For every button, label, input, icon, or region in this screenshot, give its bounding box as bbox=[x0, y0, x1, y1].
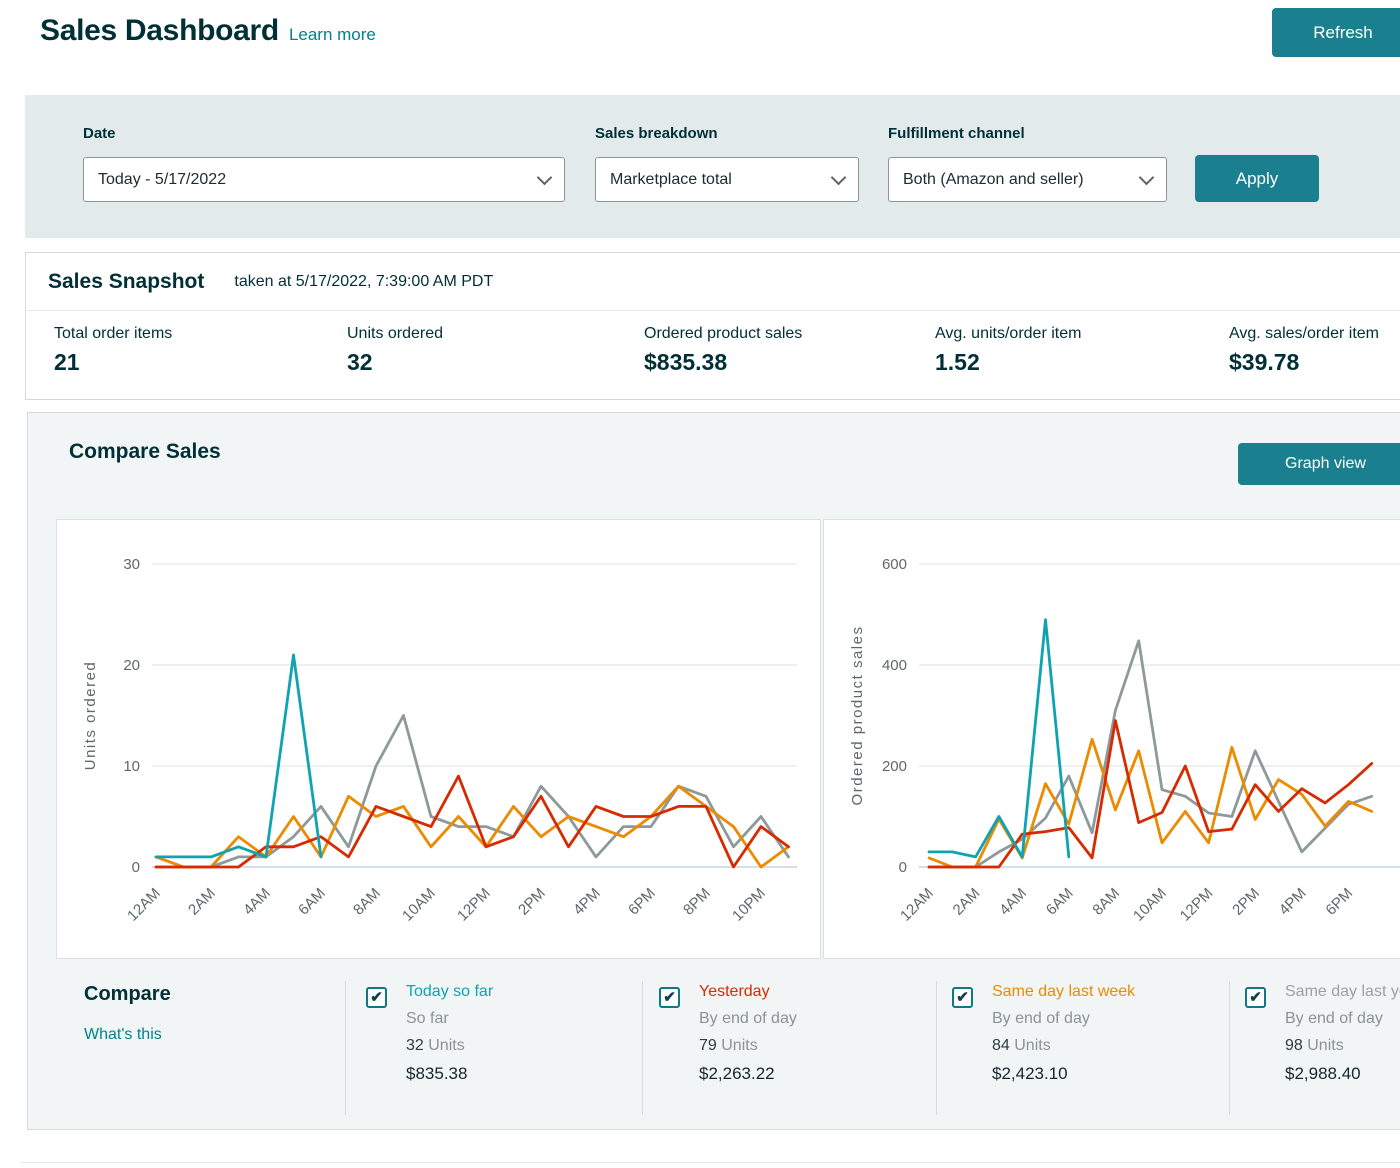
svg-text:2AM: 2AM bbox=[950, 885, 984, 919]
svg-text:0: 0 bbox=[899, 859, 907, 876]
svg-text:20: 20 bbox=[123, 657, 140, 674]
same-day-last-week-checkbox[interactable]: ✔ bbox=[952, 987, 973, 1008]
svg-text:12AM: 12AM bbox=[124, 885, 164, 925]
check-icon: ✔ bbox=[370, 990, 383, 1005]
page-header: Sales Dashboard Learn more bbox=[40, 14, 376, 48]
same-day-last-year-checkbox[interactable]: ✔ bbox=[1245, 987, 1266, 1008]
svg-text:400: 400 bbox=[882, 657, 907, 674]
svg-text:10PM: 10PM bbox=[729, 885, 769, 925]
compare-sales-title: Compare Sales bbox=[69, 440, 221, 464]
svg-text:6AM: 6AM bbox=[1043, 885, 1077, 919]
sales-snapshot-panel: Sales Snapshot taken at 5/17/2022, 7:39:… bbox=[25, 252, 1400, 400]
legend-item-today: Today so far So far 32 Units $835.38 bbox=[406, 983, 696, 1084]
svg-text:600: 600 bbox=[882, 556, 907, 573]
check-icon: ✔ bbox=[956, 990, 969, 1005]
stat-total-order-items: Total order items 21 bbox=[54, 325, 172, 376]
svg-text:4PM: 4PM bbox=[570, 885, 604, 919]
sales-breakdown-select[interactable]: Marketplace total bbox=[595, 157, 859, 202]
svg-text:30: 30 bbox=[123, 556, 140, 573]
svg-text:6AM: 6AM bbox=[295, 885, 329, 919]
check-icon: ✔ bbox=[1249, 990, 1262, 1005]
legend-item-same-day-last-year: Same day last year By end of day 98 Unit… bbox=[1285, 983, 1400, 1084]
legend-title-today: Today so far bbox=[406, 983, 696, 1001]
svg-text:Units ordered: Units ordered bbox=[82, 661, 99, 771]
apply-button[interactable]: Apply bbox=[1195, 155, 1319, 202]
yesterday-checkbox[interactable]: ✔ bbox=[659, 987, 680, 1008]
chevron-down-icon bbox=[537, 170, 553, 186]
svg-text:4AM: 4AM bbox=[996, 885, 1030, 919]
svg-text:6PM: 6PM bbox=[1322, 885, 1356, 919]
bottom-divider bbox=[20, 1162, 1400, 1163]
chevron-down-icon bbox=[831, 170, 847, 186]
refresh-button[interactable]: Refresh bbox=[1272, 8, 1400, 57]
legend-item-yesterday: Yesterday By end of day 79 Units $2,263.… bbox=[699, 983, 989, 1084]
svg-text:10: 10 bbox=[123, 758, 140, 775]
sales-snapshot-header: Sales Snapshot taken at 5/17/2022, 7:39:… bbox=[26, 253, 1400, 311]
stat-avg-sales-per-order: Avg. sales/order item $39.78 bbox=[1229, 325, 1379, 376]
legend-divider bbox=[345, 981, 346, 1115]
page-title: Sales Dashboard bbox=[40, 14, 279, 48]
svg-text:4PM: 4PM bbox=[1276, 885, 1310, 919]
svg-text:8PM: 8PM bbox=[680, 885, 714, 919]
svg-text:2PM: 2PM bbox=[1229, 885, 1263, 919]
sales-breakdown-select-value: Marketplace total bbox=[610, 171, 732, 189]
snapshot-timestamp: taken at 5/17/2022, 7:39:00 AM PDT bbox=[234, 273, 493, 291]
learn-more-link[interactable]: Learn more bbox=[289, 25, 376, 45]
filter-bar: Date Today - 5/17/2022 Sales breakdown M… bbox=[25, 95, 1400, 238]
ordered-product-sales-chart-card: 0 200 400 600 Ordered product sales 12AM 2AM 4A… bbox=[823, 519, 1400, 959]
legend-title-yesterday: Yesterday bbox=[699, 983, 989, 1001]
fulfillment-channel-select-value: Both (Amazon and seller) bbox=[903, 171, 1084, 189]
svg-text:2PM: 2PM bbox=[515, 885, 549, 919]
today-checkbox[interactable]: ✔ bbox=[366, 987, 387, 1008]
fulfillment-channel-select[interactable]: Both (Amazon and seller) bbox=[888, 157, 1167, 202]
units-ordered-chart-card: 0 10 20 30 Units ordered 12AM 2AM 4AM 6AM 8AM 10AM… bbox=[56, 519, 821, 959]
check-icon: ✔ bbox=[663, 990, 676, 1005]
svg-text:12AM: 12AM bbox=[897, 885, 937, 925]
compare-legend-head: Compare What's this bbox=[84, 983, 171, 1044]
svg-text:8AM: 8AM bbox=[350, 885, 384, 919]
sales-breakdown-label: Sales breakdown bbox=[595, 125, 718, 142]
compare-legend-title: Compare bbox=[84, 983, 171, 1006]
svg-text:10AM: 10AM bbox=[399, 885, 439, 925]
svg-text:12PM: 12PM bbox=[454, 885, 494, 925]
whats-this-link[interactable]: What's this bbox=[84, 1026, 171, 1044]
svg-text:6PM: 6PM bbox=[625, 885, 659, 919]
date-select[interactable]: Today - 5/17/2022 bbox=[83, 157, 565, 202]
stat-avg-units-per-order: Avg. units/order item 1.52 bbox=[935, 325, 1081, 376]
ordered-product-sales-chart: 0 200 400 600 Ordered product sales 12AM 2AM 4A… bbox=[824, 520, 1400, 958]
svg-text:8AM: 8AM bbox=[1089, 885, 1123, 919]
sales-snapshot-title: Sales Snapshot bbox=[48, 270, 204, 294]
date-label: Date bbox=[83, 125, 116, 142]
graph-view-button[interactable]: Graph view bbox=[1238, 443, 1400, 485]
stat-ordered-product-sales: Ordered product sales $835.38 bbox=[644, 325, 802, 376]
svg-text:2AM: 2AM bbox=[185, 885, 219, 919]
legend-title-same-day-last-week: Same day last week bbox=[992, 983, 1282, 1001]
chevron-down-icon bbox=[1139, 170, 1155, 186]
legend-title-same-day-last-year: Same day last year bbox=[1285, 983, 1400, 1001]
svg-text:0: 0 bbox=[132, 859, 140, 876]
svg-text:Ordered product sales: Ordered product sales bbox=[849, 626, 866, 806]
units-ordered-chart: 0 10 20 30 Units ordered 12AM 2AM 4AM 6AM 8AM 10AM… bbox=[57, 520, 820, 958]
stat-units-ordered: Units ordered 32 bbox=[347, 325, 443, 376]
compare-sales-panel: Compare Sales Graph view 0 10 20 30 Units or… bbox=[27, 412, 1400, 1130]
date-select-value: Today - 5/17/2022 bbox=[98, 171, 226, 189]
svg-text:12PM: 12PM bbox=[1177, 885, 1217, 925]
legend-item-same-day-last-week: Same day last week By end of day 84 Unit… bbox=[992, 983, 1282, 1084]
fulfillment-channel-label: Fulfillment channel bbox=[888, 125, 1025, 142]
svg-text:4AM: 4AM bbox=[240, 885, 274, 919]
svg-text:200: 200 bbox=[882, 758, 907, 775]
svg-text:10AM: 10AM bbox=[1130, 885, 1170, 925]
